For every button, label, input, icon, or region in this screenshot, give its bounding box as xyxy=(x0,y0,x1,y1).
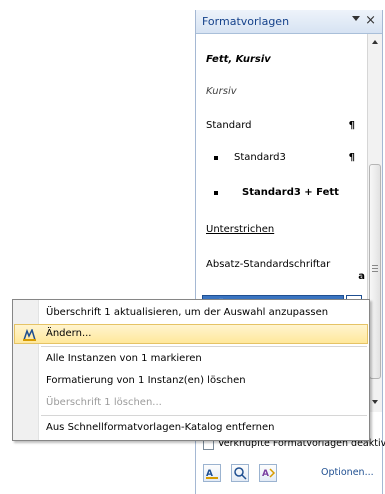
new-style-button[interactable]: A xyxy=(203,464,221,482)
pane-close-icon[interactable]: × xyxy=(365,13,376,29)
style-inspector-button[interactable] xyxy=(231,464,249,482)
style-item-absatz-standardschriftart[interactable]: Absatz-Standardschriftar xyxy=(206,259,330,270)
pane-header: Formatvorlagen × xyxy=(196,10,382,34)
style-item-standard[interactable]: Standard xyxy=(206,120,252,131)
scrollbar-thumb[interactable] xyxy=(369,164,381,379)
menu-item-clear-formatting[interactable]: Formatierung von 1 Instanz(en) löschen xyxy=(14,371,368,391)
menu-item-update-to-match[interactable]: Überschrift 1 aktualisieren, um der Ausw… xyxy=(14,303,368,323)
style-item-fett-kursiv[interactable]: Fett, Kursiv xyxy=(206,54,271,65)
style-context-menu: Überschrift 1 aktualisieren, um der Ausw… xyxy=(12,299,370,441)
style-inspector-icon xyxy=(234,467,247,480)
manage-styles-icon: A xyxy=(262,468,276,479)
scroll-up-icon[interactable] xyxy=(372,40,378,44)
svg-text:A: A xyxy=(262,469,269,479)
menu-separator xyxy=(41,346,367,347)
menu-item-label: Ändern... xyxy=(46,328,92,339)
bullet-icon xyxy=(214,156,218,160)
menu-item-label: Alle Instanzen von 1 markieren xyxy=(46,353,202,364)
menu-item-remove-from-gallery[interactable]: Aus Schnellformatvorlagen-Katalog entfer… xyxy=(14,418,368,438)
pane-menu-dropdown-icon[interactable] xyxy=(352,16,360,21)
style-item-standard3[interactable]: Standard3 xyxy=(234,152,286,163)
menu-separator xyxy=(41,415,367,416)
menu-item-label: Überschrift 1 aktualisieren, um der Ausw… xyxy=(46,307,329,318)
style-item-unterstrichen[interactable]: Unterstrichen xyxy=(206,224,274,235)
menu-item-label: Formatierung von 1 Instanz(en) löschen xyxy=(46,375,246,386)
pane-title: Formatvorlagen xyxy=(202,15,290,28)
menu-item-modify[interactable]: Ändern... xyxy=(14,324,368,344)
scroll-down-icon[interactable] xyxy=(372,400,378,404)
style-item-standard3-fett[interactable]: Standard3 + Fett xyxy=(242,187,339,198)
new-style-icon: A xyxy=(206,469,218,479)
bullet-icon xyxy=(214,191,218,195)
paragraph-mark-icon: ¶ xyxy=(348,120,355,131)
menu-item-delete-style: Überschrift 1 löschen... xyxy=(14,393,368,413)
edit-style-icon xyxy=(23,329,36,341)
menu-item-select-all-instances[interactable]: Alle Instanzen von 1 markieren xyxy=(14,349,368,369)
paragraph-mark-icon: ¶ xyxy=(348,152,355,163)
grip-icon xyxy=(372,265,378,272)
menu-item-label: Aus Schnellformatvorlagen-Katalog entfer… xyxy=(46,422,275,433)
manage-styles-button[interactable]: A xyxy=(259,464,277,482)
menu-item-label: Überschrift 1 löschen... xyxy=(46,397,162,408)
style-item-kursiv[interactable]: Kursiv xyxy=(206,86,237,97)
options-link[interactable]: Optionen... xyxy=(321,467,374,478)
character-style-icon: a xyxy=(358,271,365,282)
